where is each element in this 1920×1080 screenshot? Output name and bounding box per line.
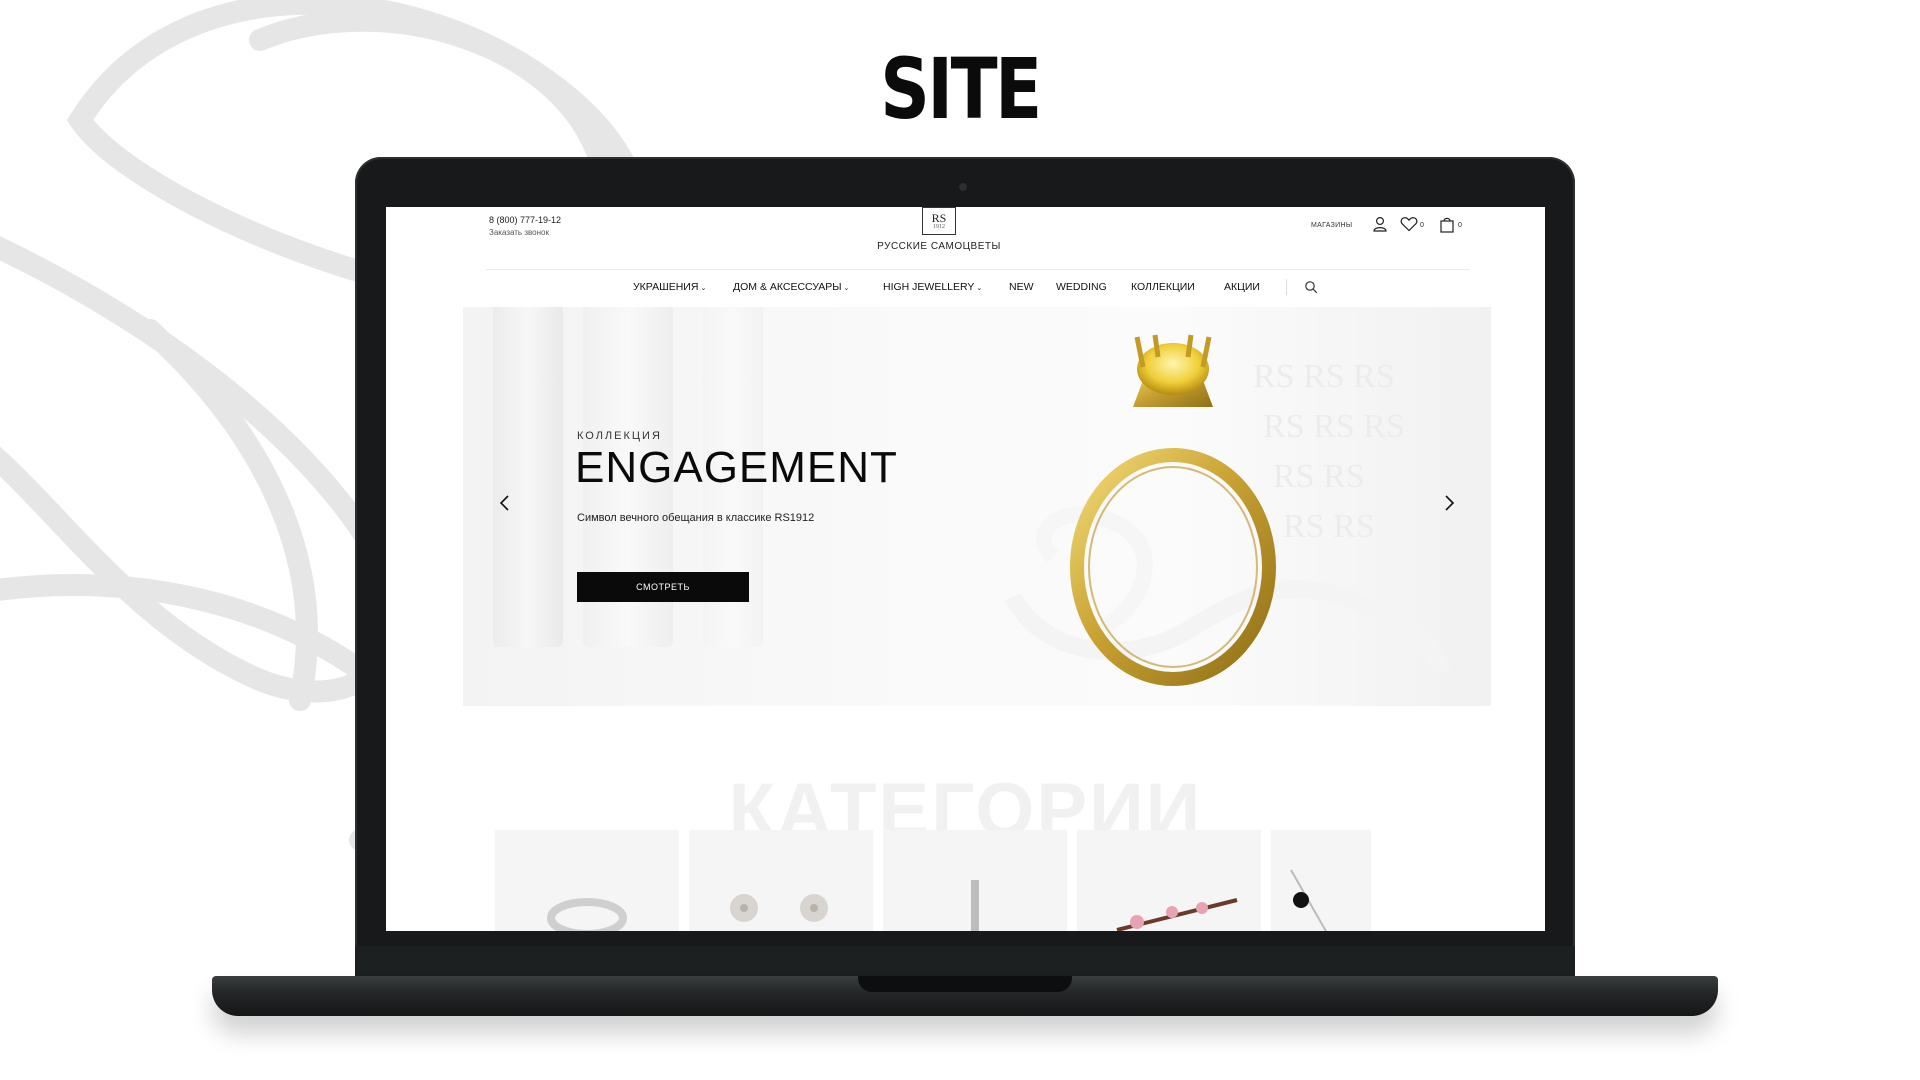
main-nav: УКРАШЕНИЯ ⌄ ДОМ & АКСЕССУАРЫ ⌄ HIGH JEWELL… [386, 277, 1545, 299]
nav-item-collections[interactable]: КОЛЛЕКЦИИ [1131, 281, 1195, 293]
nav-label: ДОМ & АКСЕССУАРЫ [733, 281, 842, 293]
column-decoration [493, 307, 563, 647]
nav-separator [1286, 279, 1287, 295]
logo[interactable]: RS 1912 [922, 207, 956, 235]
hero-subtitle: Символ вечного обещания в классике RS191… [577, 512, 815, 524]
nav-label: HIGH JEWELLERY [883, 281, 975, 293]
nav-item-home-accessories[interactable]: ДОМ & АКСЕССУАРЫ ⌄ [733, 281, 849, 293]
user-icon[interactable] [1372, 216, 1388, 237]
category-card-earrings[interactable] [689, 830, 873, 931]
laptop-notch [858, 976, 1072, 992]
laptop-chin [355, 946, 1575, 976]
nav-item-wedding[interactable]: WEDDING [1056, 281, 1107, 293]
logo-mark: RS [931, 210, 947, 225]
brand-name[interactable]: РУССКИЕ САМОЦВЕТЫ [866, 241, 1012, 252]
category-card-necklaces[interactable] [1271, 830, 1371, 931]
svg-text:RS RS RS: RS RS RS [1253, 358, 1395, 395]
callback-link[interactable]: Заказать звонок [489, 228, 549, 237]
nav-item-high-jewellery[interactable]: HIGH JEWELLERY ⌄ [883, 281, 982, 293]
heart-icon[interactable] [1400, 216, 1418, 237]
page-heading: SITE [880, 40, 1042, 138]
hero-banner: КОЛЛЕКЦИЯ ENGAGEMENT Символ вечного обещ… [463, 307, 1491, 706]
category-card-home[interactable] [1077, 830, 1261, 931]
sakura-branch-thumbnail-icon [1116, 898, 1238, 931]
svg-text:RS RS RS: RS RS RS [1263, 408, 1405, 445]
hero-eyebrow: КОЛЛЕКЦИЯ [577, 430, 662, 442]
nav-item-jewellery[interactable]: УКРАШЕНИЯ ⌄ [633, 281, 706, 293]
nav-label: АКЦИИ [1224, 281, 1260, 293]
chevron-down-icon: ⌄ [976, 285, 983, 292]
search-icon[interactable] [1304, 280, 1318, 299]
prev-slide-arrow-icon[interactable] [493, 491, 517, 515]
nav-label: КОЛЛЕКЦИИ [1131, 281, 1195, 293]
svg-text:RS RS: RS RS [1273, 458, 1365, 495]
site-header: 8 (800) 777-19-12 Заказать звонок RS 191… [386, 207, 1545, 269]
logo-year: 1912 [933, 223, 945, 230]
nav-label: NEW [1009, 281, 1034, 293]
category-card-rings[interactable] [495, 830, 679, 931]
necklace-thumbnail-icon [1290, 869, 1328, 931]
flower-earrings-thumbnail-icon [730, 894, 828, 922]
wishlist-count: 0 [1420, 222, 1424, 229]
nav-item-sales[interactable]: АКЦИИ [1224, 281, 1260, 293]
header-divider [486, 269, 1470, 270]
nav-item-new[interactable]: NEW [1009, 281, 1034, 293]
view-button[interactable]: СМОТРЕТЬ [577, 572, 749, 602]
ring-thumbnail-icon [547, 898, 627, 931]
cart-count: 0 [1458, 222, 1462, 229]
hero-title: ENGAGEMENT [575, 443, 898, 492]
engagement-ring-image: RS RS RS RS RS RS RS RS RS RS [1004, 334, 1452, 686]
stores-link[interactable]: МАГАЗИНЫ [1311, 222, 1352, 229]
phone-number[interactable]: 8 (800) 777-19-12 [489, 215, 561, 225]
nav-label: УКРАШЕНИЯ [633, 281, 699, 293]
website-screen: 8 (800) 777-19-12 Заказать звонок RS 191… [386, 207, 1545, 931]
camera-dot [959, 183, 967, 191]
category-card-pendants[interactable] [883, 830, 1067, 931]
laptop-base [212, 976, 1718, 1016]
chevron-down-icon: ⌄ [700, 285, 707, 292]
chevron-down-icon: ⌄ [843, 285, 850, 292]
pendant-thumbnail-icon [971, 880, 979, 931]
svg-text:RS RS: RS RS [1283, 508, 1375, 545]
bag-icon[interactable] [1439, 216, 1455, 238]
nav-label: WEDDING [1056, 281, 1107, 293]
